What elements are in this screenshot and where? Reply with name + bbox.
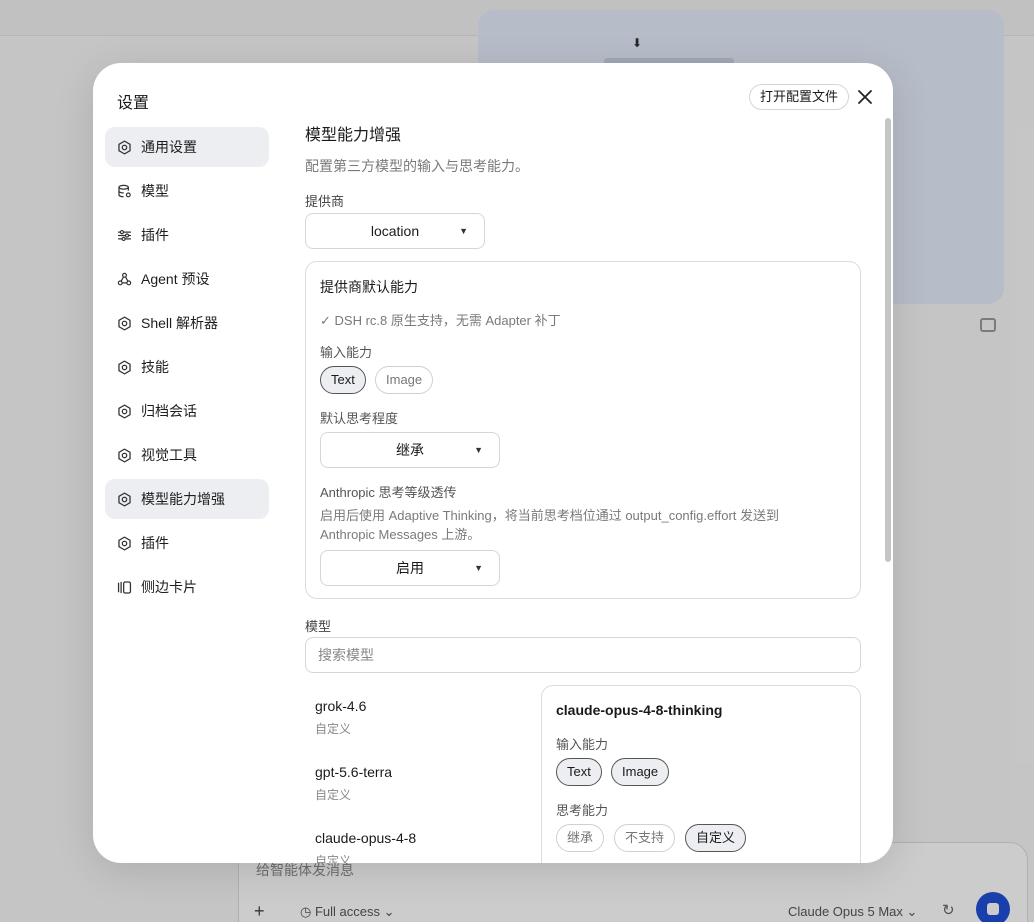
input-capability-label: 输入能力 [320, 345, 373, 360]
caret-down-icon: ▼ [474, 445, 483, 455]
sidebar-item-label: 插件 [141, 227, 169, 243]
caret-down-icon: ▼ [474, 563, 483, 573]
gear-icon [115, 138, 133, 156]
chip-text[interactable]: Text [320, 366, 366, 394]
chip-inherit[interactable]: 继承 [556, 824, 605, 852]
chip-custom[interactable]: 自定义 [685, 824, 747, 852]
sliders-icon [115, 226, 133, 244]
gear-icon [115, 446, 133, 464]
gear-icon [115, 534, 133, 552]
sidebar-item-label: Agent 预设 [141, 271, 210, 287]
panel-title: 提供商默认能力 [320, 279, 418, 295]
caret-down-icon: ▼ [459, 226, 468, 236]
model-detail-title: claude-opus-4-8-thinking [556, 702, 723, 718]
open-config-button[interactable]: 打开配置文件 [749, 84, 850, 110]
sidebar-item-label: 通用设置 [141, 139, 197, 155]
sidebar-item-skills[interactable]: 技能 [105, 347, 269, 387]
provider-defaults-panel: 提供商默认能力 ✓ DSH rc.8 原生支持，无需 Adapter 补丁 输入… [305, 261, 861, 599]
settings-modal: 设置 打开配置文件 通用设置 模型 插件 Agent 预设 Shell 解析器 … [93, 63, 893, 863]
sidebar-item-label: 侧边卡片 [141, 579, 197, 595]
sidebar-item-label: 模型 [141, 183, 169, 199]
model-search-input[interactable] [305, 637, 861, 673]
model-name: gpt-5.6-terra [315, 764, 393, 780]
chip-image[interactable]: Image [611, 758, 670, 786]
sidebar-item-archived-sessions[interactable]: 归档会话 [105, 391, 269, 431]
sidebar-item-agent-presets[interactable]: Agent 预设 [105, 259, 269, 299]
gear-icon [115, 314, 133, 332]
default-thinking-select[interactable]: 继承 ▼ [320, 432, 500, 468]
model-type: 自定义 [315, 722, 352, 736]
chip-text[interactable]: Text [556, 758, 602, 786]
sidebar-item-shell-parser[interactable]: Shell 解析器 [105, 303, 269, 343]
provider-select-value: location [370, 223, 420, 239]
sidebar-item-label: Shell 解析器 [141, 315, 219, 331]
sidebar-item-label: 视觉工具 [141, 447, 197, 463]
provider-label: 提供商 [305, 194, 345, 209]
sidebar-item-vision-tools[interactable]: 视觉工具 [105, 435, 269, 475]
model-type: 自定义 [315, 788, 352, 802]
model-name: grok-4.6 [315, 698, 367, 714]
chip-unsupported[interactable]: 不支持 [614, 824, 676, 852]
sidebar-item-label: 技能 [141, 359, 169, 375]
database-icon [115, 182, 133, 200]
sidebar-item-plugins-2[interactable]: 插件 [105, 523, 269, 563]
sidebar-item-label: 插件 [141, 535, 169, 551]
modal-title: 设置 [117, 95, 150, 112]
anthropic-passthrough-label: Anthropic 思考等级透传 [320, 485, 457, 500]
page-title: 模型能力增强 [305, 127, 402, 144]
detail-input-label: 输入能力 [556, 737, 609, 752]
gear-icon [115, 402, 133, 420]
model-list-item[interactable]: gpt-5.6-terra 自定义 [315, 764, 525, 803]
sidebar-item-model-capability[interactable]: 模型能力增强 [105, 479, 269, 519]
agent-icon [115, 270, 133, 288]
gear-icon [115, 358, 133, 376]
sidebar-item-side-cards[interactable]: 侧边卡片 [105, 567, 269, 607]
chip-image[interactable]: Image [375, 366, 434, 394]
sidebar-item-plugins[interactable]: 插件 [105, 215, 269, 255]
anthropic-passthrough-description: 启用后使用 Adaptive Thinking，将当前思考档位通过 output… [320, 508, 780, 542]
provider-select[interactable]: location ▼ [305, 213, 485, 249]
native-support-note: ✓ DSH rc.8 原生支持，无需 Adapter 补丁 [320, 313, 561, 328]
content-scrollbar[interactable] [885, 118, 891, 562]
gear-icon [115, 490, 133, 508]
sidebar-item-models[interactable]: 模型 [105, 171, 269, 211]
models-label: 模型 [305, 619, 332, 634]
model-type: 自定义 [315, 854, 352, 863]
detail-thinking-label: 思考能力 [556, 803, 609, 818]
default-thinking-label: 默认思考程度 [320, 411, 399, 426]
close-icon[interactable] [855, 87, 875, 107]
sidebar-item-label: 归档会话 [141, 403, 197, 419]
anthropic-passthrough-value: 启用 [396, 560, 424, 576]
sidecard-icon [115, 578, 133, 596]
settings-content: 模型能力增强 配置第三方模型的输入与思考能力。 提供商 location ▼ 提… [305, 115, 861, 863]
model-list-item[interactable]: claude-opus-4-8 自定义 [315, 830, 525, 863]
model-name: claude-opus-4-8 [315, 830, 417, 846]
default-thinking-value: 继承 [396, 442, 424, 458]
model-list-item[interactable]: grok-4.6 自定义 [315, 698, 525, 737]
page-description: 配置第三方模型的输入与思考能力。 [305, 158, 529, 174]
sidebar-item-label: 模型能力增强 [141, 491, 225, 507]
anthropic-passthrough-select[interactable]: 启用 ▼ [320, 550, 500, 586]
model-detail-panel: claude-opus-4-8-thinking 输入能力 Text Image… [541, 685, 861, 863]
settings-sidebar: 通用设置 模型 插件 Agent 预设 Shell 解析器 技能 归档会话 视觉… [105, 127, 269, 611]
sidebar-item-general[interactable]: 通用设置 [105, 127, 269, 167]
